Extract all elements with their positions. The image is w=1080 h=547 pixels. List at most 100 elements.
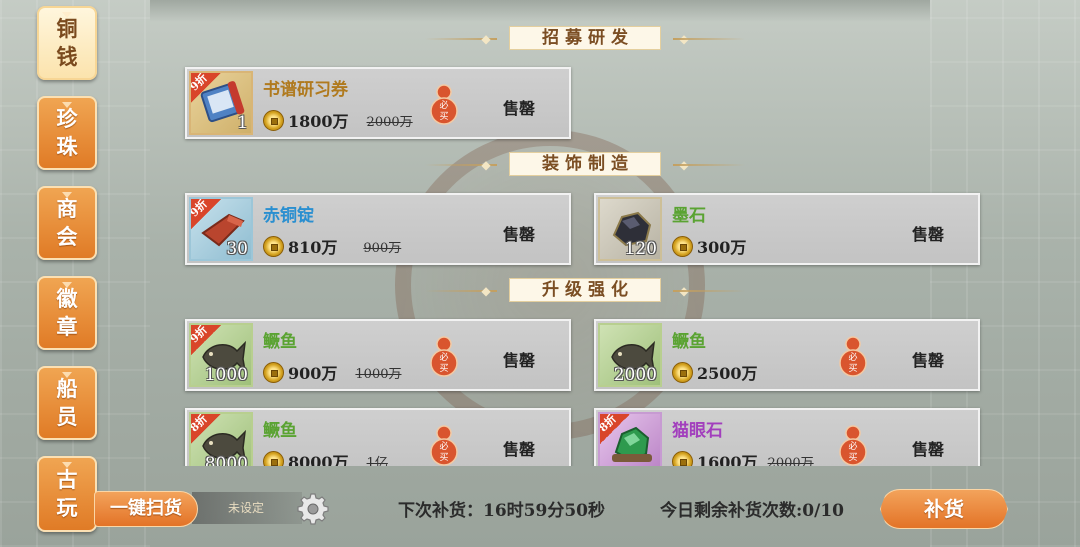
must-buy-gourd-icon: 必 买	[430, 336, 458, 377]
gear-icon[interactable]	[296, 492, 330, 526]
badge-char: 买	[439, 111, 448, 122]
item-name: 猫眼石	[672, 421, 723, 441]
header-line	[673, 38, 745, 40]
item-thumbnail: 9折 1	[189, 71, 253, 135]
item-thumbnail: 8折	[598, 412, 662, 466]
section-header-recruit-research: ◆ 招募研发 ◆	[425, 26, 745, 52]
item-card-red-copper-ingot[interactable]: 9折 30 赤铜锭 810万 900万 售罄	[185, 193, 571, 265]
sold-out-label: 售罄	[503, 99, 536, 118]
item-quantity: 8000	[204, 454, 248, 466]
tab-label-char: 章	[56, 314, 78, 339]
unset-label: 未设定	[228, 501, 265, 515]
badge-char: 买	[439, 363, 448, 374]
one-click-sweep-button[interactable]: 一键扫货	[94, 491, 198, 527]
price-current: 1800万	[288, 112, 349, 131]
item-card-mandarin-fish-2000[interactable]: 2000 鳜鱼 2500万 必 买 售罄	[594, 319, 980, 391]
item-price: 8000万 1亿	[263, 450, 388, 466]
copper-coin-icon	[263, 109, 284, 131]
item-card-mandarin-fish-1000[interactable]: 9折 1000 鳜鱼 900万 1000万 必 买 售罄	[185, 319, 571, 391]
section-header-decoration-crafting: ◆ 装饰制造 ◆	[425, 152, 745, 178]
tab-label-char: 古	[56, 467, 78, 492]
discount-label: 8折	[598, 412, 619, 435]
auto-buy-setting-field[interactable]: 未设定	[192, 492, 302, 524]
item-card-book-study-ticket[interactable]: 9折 1 书谱研习券 1800万 2000万 必 买 售罄	[185, 67, 571, 139]
tab-label-char: 珍	[56, 106, 78, 131]
tab-pearls[interactable]: 珍 珠	[37, 96, 97, 170]
item-name: 赤铜锭	[263, 206, 314, 226]
sold-out-label: 售罄	[503, 440, 536, 459]
item-thumbnail: 8折 8000	[189, 412, 253, 466]
badge-char: 买	[848, 452, 857, 463]
diamond-ornament-icon: ◆	[481, 32, 491, 46]
copper-coin-icon	[672, 235, 693, 257]
sold-out-label: 售罄	[912, 225, 945, 244]
badge-char: 必	[439, 351, 448, 363]
price-original: 2000万	[366, 114, 413, 130]
badge-char: 必	[848, 440, 857, 452]
badge-char: 必	[848, 351, 857, 363]
item-price: 300万	[672, 235, 746, 257]
item-name: 鳜鱼	[672, 332, 706, 352]
price-current: 2500万	[697, 364, 758, 383]
tab-label-char: 船	[56, 376, 78, 401]
item-thumbnail: 120	[598, 197, 662, 261]
discount-label: 8折	[189, 412, 210, 435]
shop-screen: 铜 钱 珍 珠 商 会 徽 章 船 员 古 玩 ◆ 招募研发 ◆	[0, 0, 1080, 547]
shop-list[interactable]: ◆ 招募研发 ◆ 9折 1 书谱研习券 1800万 2000万	[180, 20, 990, 466]
item-name: 鳜鱼	[263, 421, 297, 441]
header-line	[673, 164, 745, 166]
diamond-ornament-icon: ◆	[481, 284, 491, 298]
tab-crew[interactable]: 船 员	[37, 366, 97, 440]
item-card-ink-stone[interactable]: 120 墨石 300万 售罄	[594, 193, 980, 265]
price-current: 900万	[288, 364, 338, 383]
sold-out-label: 售罄	[912, 440, 945, 459]
item-thumbnail: 9折 1000	[189, 323, 253, 387]
discount-ribbon: 9折	[189, 71, 223, 105]
discount-label: 9折	[189, 71, 210, 94]
item-name: 鳜鱼	[263, 332, 297, 352]
tab-antiques[interactable]: 古 玩	[37, 456, 97, 532]
copper-coin-icon	[263, 450, 284, 466]
tab-badges[interactable]: 徽 章	[37, 276, 97, 350]
sold-out-label: 售罄	[503, 225, 536, 244]
restock-button[interactable]: 补货	[880, 489, 1008, 529]
restock-countdown: 下次补货：16时59分50秒	[398, 501, 605, 521]
discount-ribbon: 9折	[189, 197, 223, 231]
badge-char: 必	[439, 440, 448, 452]
tab-chamber-of-commerce[interactable]: 商 会	[37, 186, 97, 260]
badge-char: 买	[439, 452, 448, 463]
sold-out-label: 售罄	[503, 351, 536, 370]
background-roof	[150, 0, 930, 22]
discount-label: 9折	[189, 197, 210, 220]
copper-coin-icon	[263, 235, 284, 257]
item-quantity: 1	[237, 113, 248, 133]
price-current: 810万	[288, 238, 338, 257]
tab-label-char: 徽	[56, 286, 78, 311]
item-quantity: 2000	[613, 365, 657, 385]
item-thumbnail: 2000	[598, 323, 662, 387]
tab-label-char: 商	[56, 196, 78, 221]
tab-label-char: 员	[56, 404, 78, 429]
item-card-mandarin-fish-8000[interactable]: 8折 8000 鳜鱼 8000万 1亿 必 买 售罄	[185, 408, 571, 466]
item-price: 1800万 2000万	[263, 109, 413, 131]
discount-label: 9折	[189, 323, 210, 346]
item-card-cats-eye-stone[interactable]: 8折 猫眼石 1600万 2000万 必 买 售罄	[594, 408, 980, 466]
copper-coin-icon	[263, 361, 284, 383]
section-title: 升级强化	[509, 278, 661, 302]
must-buy-gourd-icon: 必 买	[839, 425, 867, 466]
copper-coin-icon	[672, 450, 693, 466]
discount-ribbon: 9折	[189, 323, 223, 357]
tab-copper-coins[interactable]: 铜 钱	[37, 6, 97, 80]
must-buy-gourd-icon: 必 买	[430, 425, 458, 466]
item-quantity: 30	[226, 239, 248, 259]
price-current: 8000万	[288, 453, 349, 466]
header-line	[673, 290, 745, 292]
item-name: 墨石	[672, 206, 706, 226]
sold-out-label: 售罄	[912, 351, 945, 370]
badge-char: 必	[439, 99, 448, 111]
discount-ribbon: 8折	[598, 412, 632, 446]
section-title: 装饰制造	[509, 152, 661, 176]
item-quantity: 120	[624, 239, 657, 259]
section-header-upgrade-enhance: ◆ 升级强化 ◆	[425, 278, 745, 304]
price-original: 2000万	[767, 455, 814, 467]
